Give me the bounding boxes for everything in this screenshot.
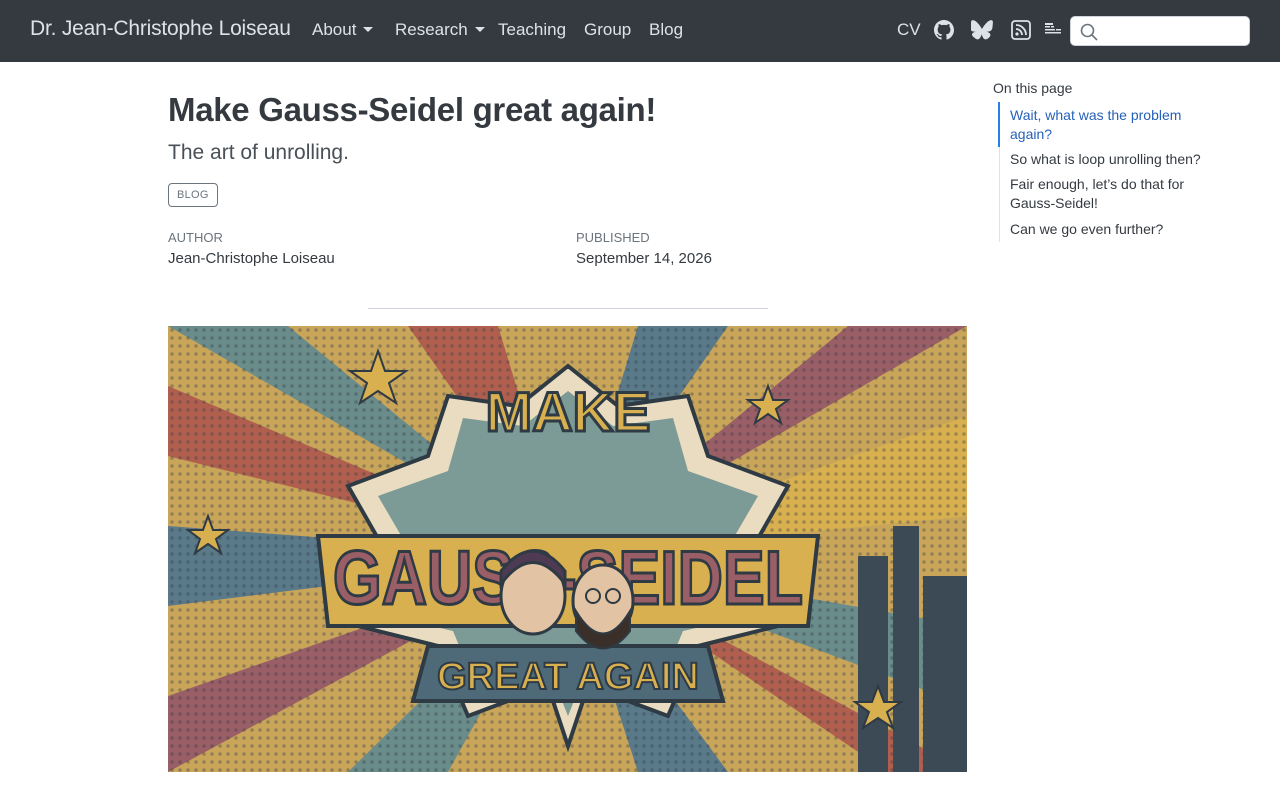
page-title: Make Gauss-Seidel great again! [168,91,657,128]
hero-text-make: MAKE [486,380,651,443]
site-brand-link[interactable]: Dr. Jean-Christophe Loiseau [30,17,291,41]
hero-text-great-again: GREAT AGAIN [437,656,699,698]
hero-image: MAKE GAUSS-SEIDEL GREAT AGAIN [168,326,967,772]
rss-icon[interactable] [1010,19,1032,41]
nav-research-dropdown[interactable]: Research [395,20,485,40]
page-subtitle: The art of unrolling. [168,141,349,164]
search-box[interactable] [1070,16,1250,46]
nav-blog-link[interactable]: Blog [649,20,683,40]
nav-about-label: About [312,20,357,39]
published-date: September 14, 2026 [576,250,712,267]
scholar-icon[interactable] [1042,19,1064,41]
toc-item-gauss-seidel[interactable]: Fair enough, let’s do that for Gauss-Sei… [1010,175,1210,213]
category-badge[interactable]: BLOG [168,183,218,207]
nav-about-dropdown[interactable]: About [312,20,374,40]
toc-item-problem[interactable]: Wait, what was the problem again? [1010,106,1210,144]
author-name: Jean-Christophe Loiseau [168,250,335,267]
toc-item-loop-unrolling[interactable]: So what is loop unrolling then? [1010,150,1210,169]
author-label: Author [168,230,223,245]
nav-cv-link[interactable]: CV [897,20,921,40]
search-input[interactable] [1103,21,1243,41]
toc-item-further[interactable]: Can we go even further? [1010,220,1210,239]
header-divider [368,308,768,309]
chevron-down-icon [474,27,485,32]
nav-group-link[interactable]: Group [584,20,631,40]
toc-title: On this page [993,80,1073,96]
toc-active-indicator [998,102,1000,147]
top-navbar: Dr. Jean-Christophe Loiseau About Resear… [0,0,1280,62]
hero-text-gauss-seidel: GAUSS-SEIDEL [333,536,803,621]
nav-research-label: Research [395,20,468,39]
search-icon [1080,23,1098,41]
github-icon[interactable] [933,19,955,41]
chevron-down-icon [363,27,374,32]
bluesky-icon[interactable] [971,19,993,41]
published-label: Published [576,230,650,245]
nav-teaching-link[interactable]: Teaching [498,20,566,40]
